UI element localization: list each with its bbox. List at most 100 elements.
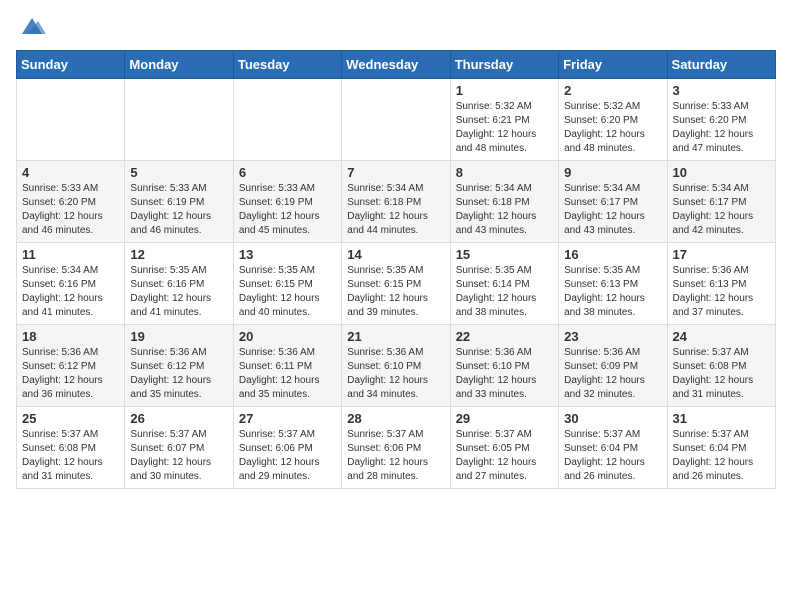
day-number: 28 [347,411,444,426]
day-number: 26 [130,411,227,426]
day-info: Sunrise: 5:32 AM Sunset: 6:21 PM Dayligh… [456,100,553,156]
calendar-cell: 31 Sunrise: 5:37 AM Sunset: 6:04 PM Dayli… [667,407,775,489]
calendar-cell: 9 Sunrise: 5:34 AM Sunset: 6:17 PM Daylig… [559,161,667,243]
calendar-cell: 6 Sunrise: 5:33 AM Sunset: 6:19 PM Daylig… [233,161,341,243]
day-number: 2 [564,83,661,98]
calendar-cell: 25 Sunrise: 5:37 AM Sunset: 6:08 PM Dayli… [17,407,125,489]
day-info: Sunrise: 5:37 AM Sunset: 6:07 PM Dayligh… [130,428,227,484]
calendar-cell [342,79,450,161]
calendar-cell: 8 Sunrise: 5:34 AM Sunset: 6:18 PM Daylig… [450,161,558,243]
calendar-cell: 29Sunrise: 5:37 AM Sunset: 6:05 PM Dayli… [450,407,558,489]
day-info: Sunrise: 5:35 AM Sunset: 6:15 PM Dayligh… [239,264,336,320]
col-header-friday: Friday [559,51,667,79]
calendar-week-row: 11 Sunrise: 5:34 AM Sunset: 6:16 PM Dayli… [17,243,776,325]
day-info: Sunrise: 5:36 AM Sunset: 6:11 PM Dayligh… [239,346,336,402]
day-number: 4 [22,165,119,180]
day-info: Sunrise: 5:33 AM Sunset: 6:20 PM Dayligh… [673,100,770,156]
day-info: Sunrise: 5:37 AM Sunset: 6:08 PM Dayligh… [22,428,119,484]
day-info: Sunrise: 5:36 AM Sunset: 6:12 PM Dayligh… [130,346,227,402]
day-number: 6 [239,165,336,180]
col-header-thursday: Thursday [450,51,558,79]
day-number: 20 [239,329,336,344]
calendar-cell: 19 Sunrise: 5:36 AM Sunset: 6:12 PM Dayli… [125,325,233,407]
day-number: 23 [564,329,661,344]
calendar-cell: 2 Sunrise: 5:32 AM Sunset: 6:20 PM Daylig… [559,79,667,161]
logo-icon [18,16,46,38]
day-number: 16 [564,247,661,262]
calendar-cell: 10 Sunrise: 5:34 AM Sunset: 6:17 PM Dayli… [667,161,775,243]
day-number: 14 [347,247,444,262]
day-info: Sunrise: 5:34 AM Sunset: 6:16 PM Dayligh… [22,264,119,320]
day-number: 5 [130,165,227,180]
calendar-cell: 28Sunrise: 5:37 AM Sunset: 6:06 PM Dayli… [342,407,450,489]
day-info: Sunrise: 5:36 AM Sunset: 6:10 PM Dayligh… [347,346,444,402]
day-number: 15 [456,247,553,262]
calendar-cell: 22Sunrise: 5:36 AM Sunset: 6:10 PM Dayli… [450,325,558,407]
calendar-cell [233,79,341,161]
day-info: Sunrise: 5:33 AM Sunset: 6:20 PM Dayligh… [22,182,119,238]
day-info: Sunrise: 5:37 AM Sunset: 6:08 PM Dayligh… [673,346,770,402]
day-number: 30 [564,411,661,426]
day-number: 21 [347,329,444,344]
col-header-saturday: Saturday [667,51,775,79]
day-info: Sunrise: 5:36 AM Sunset: 6:10 PM Dayligh… [456,346,553,402]
day-info: Sunrise: 5:32 AM Sunset: 6:20 PM Dayligh… [564,100,661,156]
day-info: Sunrise: 5:33 AM Sunset: 6:19 PM Dayligh… [130,182,227,238]
calendar-cell: 11 Sunrise: 5:34 AM Sunset: 6:16 PM Dayli… [17,243,125,325]
day-number: 3 [673,83,770,98]
calendar-week-row: 4 Sunrise: 5:33 AM Sunset: 6:20 PM Daylig… [17,161,776,243]
day-number: 17 [673,247,770,262]
calendar-cell: 24 Sunrise: 5:37 AM Sunset: 6:08 PM Dayli… [667,325,775,407]
day-info: Sunrise: 5:34 AM Sunset: 6:17 PM Dayligh… [564,182,661,238]
calendar-cell: 21 Sunrise: 5:36 AM Sunset: 6:10 PM Dayli… [342,325,450,407]
day-info: Sunrise: 5:36 AM Sunset: 6:13 PM Dayligh… [673,264,770,320]
col-header-wednesday: Wednesday [342,51,450,79]
day-number: 13 [239,247,336,262]
calendar-cell: 12 Sunrise: 5:35 AM Sunset: 6:16 PM Dayli… [125,243,233,325]
day-number: 31 [673,411,770,426]
calendar-week-row: 18 Sunrise: 5:36 AM Sunset: 6:12 PM Dayli… [17,325,776,407]
day-info: Sunrise: 5:35 AM Sunset: 6:15 PM Dayligh… [347,264,444,320]
calendar-cell: 3 Sunrise: 5:33 AM Sunset: 6:20 PM Daylig… [667,79,775,161]
calendar-cell: 23Sunrise: 5:36 AM Sunset: 6:09 PM Dayli… [559,325,667,407]
day-info: Sunrise: 5:37 AM Sunset: 6:04 PM Dayligh… [673,428,770,484]
day-info: Sunrise: 5:33 AM Sunset: 6:19 PM Dayligh… [239,182,336,238]
day-info: Sunrise: 5:35 AM Sunset: 6:16 PM Dayligh… [130,264,227,320]
page-header [16,16,776,38]
day-info: Sunrise: 5:35 AM Sunset: 6:14 PM Dayligh… [456,264,553,320]
calendar-cell: 4 Sunrise: 5:33 AM Sunset: 6:20 PM Daylig… [17,161,125,243]
day-number: 7 [347,165,444,180]
calendar-cell [125,79,233,161]
calendar-week-row: 25 Sunrise: 5:37 AM Sunset: 6:08 PM Dayli… [17,407,776,489]
logo [16,16,46,38]
day-number: 11 [22,247,119,262]
calendar-cell: 17 Sunrise: 5:36 AM Sunset: 6:13 PM Dayli… [667,243,775,325]
day-info: Sunrise: 5:35 AM Sunset: 6:13 PM Dayligh… [564,264,661,320]
day-info: Sunrise: 5:37 AM Sunset: 6:04 PM Dayligh… [564,428,661,484]
day-number: 9 [564,165,661,180]
calendar-cell: 27Sunrise: 5:37 AM Sunset: 6:06 PM Dayli… [233,407,341,489]
calendar-cell: 14 Sunrise: 5:35 AM Sunset: 6:15 PM Dayli… [342,243,450,325]
calendar-cell: 20 Sunrise: 5:36 AM Sunset: 6:11 PM Dayli… [233,325,341,407]
calendar-cell: 18Sunrise: 5:36 AM Sunset: 6:12 PM Dayli… [17,325,125,407]
day-number: 25 [22,411,119,426]
day-number: 10 [673,165,770,180]
col-header-tuesday: Tuesday [233,51,341,79]
day-number: 24 [673,329,770,344]
day-number: 19 [130,329,227,344]
col-header-monday: Monday [125,51,233,79]
col-header-sunday: Sunday [17,51,125,79]
calendar-cell: 15 Sunrise: 5:35 AM Sunset: 6:14 PM Dayli… [450,243,558,325]
day-number: 18 [22,329,119,344]
calendar-week-row: 1Sunrise: 5:32 AM Sunset: 6:21 PM Daylig… [17,79,776,161]
day-number: 8 [456,165,553,180]
calendar-cell: 7Sunrise: 5:34 AM Sunset: 6:18 PM Daylig… [342,161,450,243]
calendar-cell: 30 Sunrise: 5:37 AM Sunset: 6:04 PM Dayli… [559,407,667,489]
day-number: 29 [456,411,553,426]
day-number: 27 [239,411,336,426]
day-number: 12 [130,247,227,262]
calendar-header-row: SundayMondayTuesdayWednesdayThursdayFrid… [17,51,776,79]
day-info: Sunrise: 5:34 AM Sunset: 6:17 PM Dayligh… [673,182,770,238]
day-info: Sunrise: 5:34 AM Sunset: 6:18 PM Dayligh… [456,182,553,238]
calendar-cell: 1Sunrise: 5:32 AM Sunset: 6:21 PM Daylig… [450,79,558,161]
